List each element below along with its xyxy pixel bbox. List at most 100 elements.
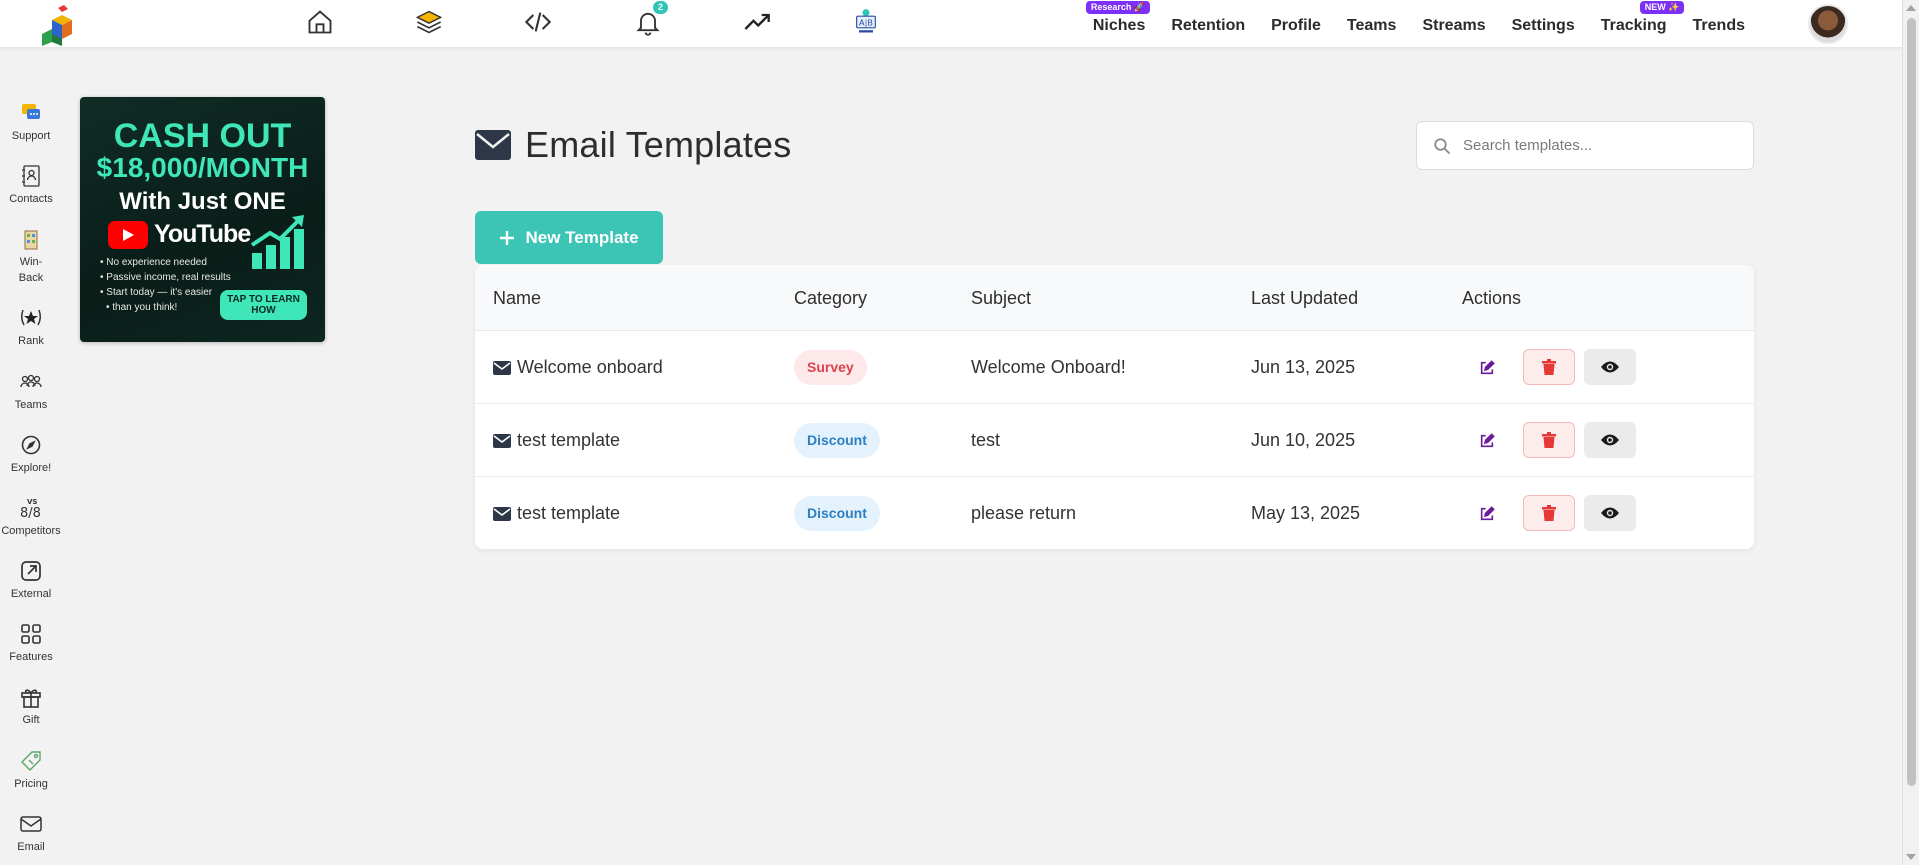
ad-headline-2: $18,000/MONTH [96, 152, 309, 183]
sidebar-item-explore[interactable]: Explore! [0, 433, 62, 476]
template-name: Welcome onboard [517, 357, 663, 377]
edit-button[interactable] [1472, 499, 1502, 529]
plus-icon [500, 230, 515, 245]
menu-tracking[interactable]: NEW ✨ Tracking [1588, 1, 1685, 35]
new-template-label: New Template [525, 227, 639, 247]
menu-label: Niches [1092, 17, 1146, 34]
youtube-logo-icon [108, 220, 148, 249]
layers-icon[interactable] [413, 6, 445, 38]
table-row: Welcome onboard Survey Welcome Onboard! … [475, 331, 1754, 404]
eye-icon [1601, 434, 1619, 446]
column-header-last-updated[interactable]: Last Updated [1251, 288, 1358, 309]
sidebar-item-pricing[interactable]: Pricing [0, 749, 62, 792]
table-header: Name Category Subject Last Updated Actio… [475, 265, 1754, 331]
app-logo-icon[interactable] [38, 4, 80, 46]
templates-table: Name Category Subject Last Updated Actio… [475, 265, 1754, 549]
scroll-thumb[interactable] [1907, 18, 1916, 786]
grid-icon [21, 624, 41, 644]
menu-teams[interactable]: Teams [1334, 17, 1410, 35]
sidebar-label: Teams [14, 399, 48, 411]
user-avatar[interactable] [1808, 4, 1848, 44]
sidebar-label: Email [17, 841, 45, 853]
scroll-up-arrow-icon[interactable] [1906, 5, 1916, 11]
preview-button[interactable] [1584, 349, 1636, 385]
last-updated-cell: Jun 10, 2025 [1251, 430, 1356, 450]
edit-button[interactable] [1472, 353, 1502, 383]
column-header-category[interactable]: Category [794, 288, 867, 309]
menu-niches[interactable]: Research 🚀 Niches [1080, 1, 1158, 35]
sidebar-item-win-back[interactable]: Win- Back [0, 227, 62, 286]
sidebar-item-features[interactable]: Features [0, 622, 62, 665]
edit-icon [1480, 433, 1495, 448]
sidebar-item-gift[interactable]: Gift [0, 685, 62, 728]
code-icon[interactable] [522, 6, 554, 38]
ad-cta-button[interactable]: TAP TO LEARN HOW [220, 290, 307, 320]
table-row: test template Discount test Jun 10, 2025 [475, 404, 1754, 477]
trash-icon [1542, 505, 1556, 521]
promo-ad-banner[interactable]: CASH OUT $18,000/MONTH With Just ONE You… [80, 97, 325, 342]
menu-settings[interactable]: Settings [1499, 17, 1588, 35]
menu-retention[interactable]: Retention [1158, 17, 1258, 35]
ad-bullet-list: No experience needed Passive income, rea… [100, 255, 231, 315]
sidebar-item-teams[interactable]: Teams [0, 370, 62, 413]
scroll-down-arrow-icon[interactable] [1906, 854, 1916, 860]
menu-profile[interactable]: Profile [1258, 17, 1334, 35]
research-badge: Research 🚀 [1085, 1, 1151, 14]
ab-test-icon[interactable]: A|B [850, 6, 882, 38]
envelope-icon [493, 433, 511, 448]
menu-label: Teams [1346, 17, 1397, 34]
sidebar-item-contacts[interactable]: Contacts [0, 164, 62, 207]
page-header: Email Templates [475, 124, 791, 166]
svg-text:VS: VS [27, 498, 37, 506]
preview-button[interactable] [1584, 422, 1636, 458]
sidebar-label: Contacts [9, 193, 53, 205]
rank-star-icon [20, 309, 42, 326]
sidebar-label: Pricing [14, 778, 48, 790]
home-icon[interactable] [304, 6, 336, 38]
menu-label: Tracking [1600, 17, 1667, 34]
envelope-icon [20, 816, 42, 832]
sidebar-item-external[interactable]: External [0, 559, 62, 602]
new-template-button[interactable]: New Template [475, 211, 663, 264]
menu-label: Profile [1271, 17, 1321, 34]
column-header-subject[interactable]: Subject [971, 288, 1031, 309]
preview-button[interactable] [1584, 495, 1636, 531]
edit-button[interactable] [1472, 426, 1502, 456]
bell-icon[interactable]: 2 [632, 1, 668, 38]
column-header-name[interactable]: Name [493, 288, 541, 309]
new-badge: NEW ✨ [1639, 1, 1685, 14]
page-title: Email Templates [525, 124, 792, 165]
template-name-cell[interactable]: test template [493, 503, 620, 524]
delete-button[interactable] [1523, 422, 1575, 458]
trending-up-icon[interactable] [741, 6, 773, 38]
menu-trends[interactable]: Trends [1680, 17, 1758, 35]
ad-headline-3: With Just ONE [119, 188, 286, 215]
template-name-cell[interactable]: Welcome onboard [493, 357, 663, 378]
menu-label: Retention [1171, 17, 1246, 34]
delete-button[interactable] [1523, 349, 1575, 385]
svg-text:A|B: A|B [859, 18, 873, 28]
price-tag-icon [21, 751, 41, 771]
sidebar-label: Win- Back [18, 256, 44, 284]
sidebar-item-support[interactable]: Support [0, 101, 62, 144]
column-header-actions: Actions [1462, 288, 1522, 308]
sidebar-label: Gift [22, 714, 40, 726]
last-updated-cell: May 13, 2025 [1251, 503, 1361, 523]
menu-streams[interactable]: Streams [1409, 17, 1498, 35]
edit-icon [1480, 360, 1495, 375]
top-navbar: 2 A|B Research 🚀 Niches Retention Profil… [0, 0, 1902, 48]
svg-text:8/8: 8/8 [20, 506, 41, 520]
sidebar-item-competitors[interactable]: VS 8/8 Competitors [0, 496, 62, 539]
sidebar-item-rank[interactable]: Rank [0, 306, 62, 349]
trash-icon [1542, 359, 1556, 375]
support-chat-icon [22, 104, 40, 119]
search-input[interactable] [1463, 137, 1733, 154]
eye-icon [1601, 361, 1619, 373]
template-name-cell[interactable]: test template [493, 430, 620, 451]
delete-button[interactable] [1523, 495, 1575, 531]
sidebar-item-email[interactable]: Email [0, 812, 62, 855]
gift-icon [21, 689, 41, 708]
youtube-wordmark: YouTube [154, 220, 251, 248]
growth-chart-icon [250, 215, 304, 269]
page-scrollbar[interactable] [1902, 0, 1919, 865]
